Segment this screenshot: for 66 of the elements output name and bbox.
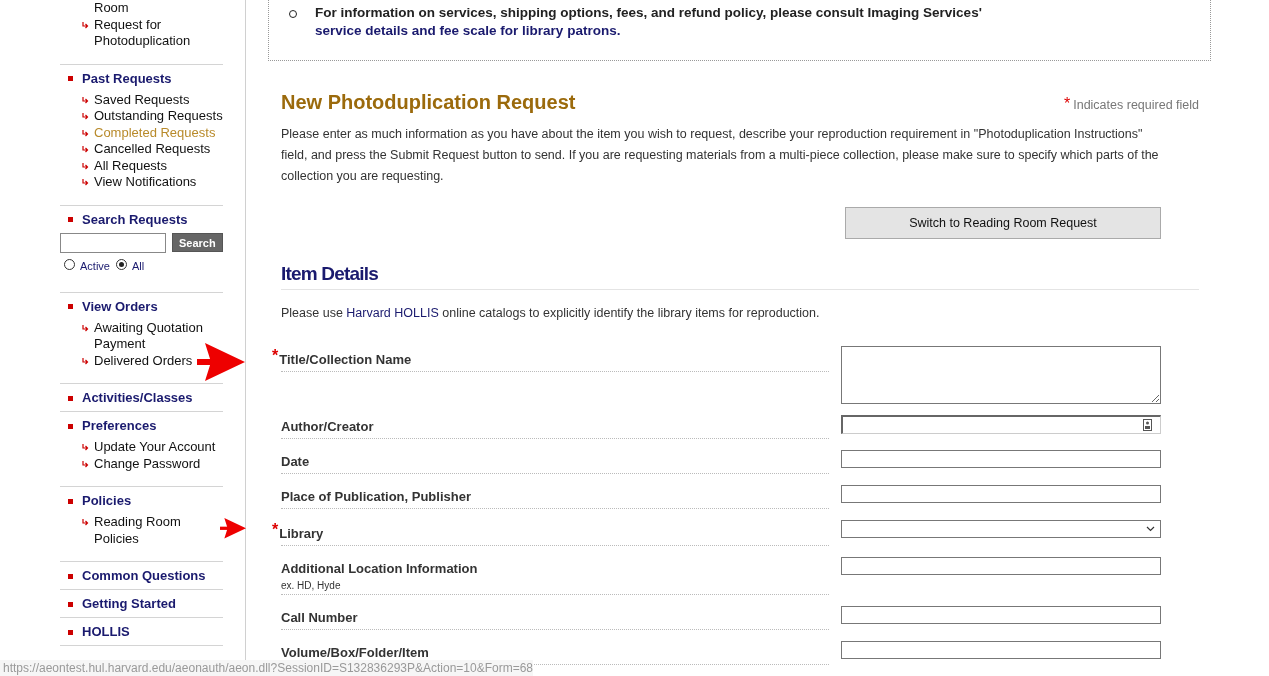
nav-heading[interactable]: Policies [60,494,223,508]
arrow-icon [82,21,89,29]
nav-heading[interactable]: Getting Started [60,597,223,611]
arrow-icon [197,343,245,381]
radio-label: Active [80,258,110,272]
arrow-icon [82,460,89,468]
input-field[interactable] [841,641,1161,659]
hollis-link[interactable]: Harvard HOLLIS [346,306,439,320]
status-bar-url: https://aeontest.hul.harvard.edu/aeonauth/aeon.dll?SessionID=S132836293P&Action=10&Form=68 [0,660,533,676]
arrow-icon [220,518,246,539]
arrow-icon [82,324,89,332]
nav-link[interactable]: Outstanding Requests [82,108,223,125]
nav-heading[interactable]: View Orders [60,299,223,314]
nav-link[interactable]: Saved Requests [82,91,190,108]
nav-link[interactable]: Request for Photoduplication [82,16,223,50]
section-heading: Item Details [281,263,1199,290]
arrow-icon [82,96,89,104]
nav-link[interactable]: View Notifications [82,174,197,191]
nav-link[interactable]: Delivered Orders [82,352,193,369]
arrow-icon [82,162,89,170]
input-field[interactable] [841,450,1161,468]
section-intro: Please use Harvard HOLLIS online catalogs to explicitly identify the library items for reproduction. [281,306,821,320]
nav-link[interactable]: Update Your Account [82,439,216,456]
nav-heading[interactable]: Activities/Classes [60,391,223,405]
field-hint: ex. HD, Hyde [281,580,342,591]
input-field[interactable] [841,557,1161,575]
chevron-down-icon [1146,526,1155,532]
arrow-icon [82,444,89,451]
input-field[interactable] [841,606,1161,624]
notice-text: For information on services, shipping options, fees, and refund policy, please consult Imaging Services' service details and fee scale for library patrons. [315,4,983,40]
field-label: Place of Publication, Publisher [281,489,471,504]
field-label: Additional Location Information [281,561,478,576]
switch-request-button[interactable]: Switch to Reading Room Request [845,207,1161,239]
dropdown[interactable] [841,520,1161,538]
arrow-icon [82,146,89,153]
arrow-icon [82,357,89,365]
form-title: New Photoduplication Request [281,91,576,114]
nav-link[interactable]: All Requests [82,157,167,174]
arrow-icon [82,519,89,526]
text-area[interactable] [841,346,1161,404]
nav-heading[interactable]: Preferences [60,419,223,433]
nav-heading[interactable]: HOLLIS [60,625,223,639]
nav-link[interactable]: Room [82,0,129,17]
arrow-icon [82,129,89,137]
arrow-icon [82,179,89,186]
nav-link[interactable]: Reading Room Policies [82,514,223,547]
nav-heading[interactable]: Past Requests [60,71,223,86]
radio-label: All [131,258,145,272]
arrow-icon [82,113,89,120]
input-field[interactable] [841,415,1161,434]
search-button[interactable]: Search [172,233,223,252]
intro-text: Please enter as much information as you have about the item you wish to request, describe your reproduction requirement in "Photoduplication Instructions" field, and press the Submit Request button to send. If you are requesting materials from a multi-piece collection, please make sure to specify which parts of the collection you are requesting. [281,126,1160,185]
nav-heading[interactable]: Common Questions [60,569,223,583]
fee-link[interactable]: service details and fee scale for library patrons. [315,23,621,38]
input-field[interactable] [841,485,1161,503]
nav-heading[interactable]: Search Requests [60,212,223,227]
nav-link[interactable]: Change Password [82,455,201,472]
nav-link[interactable]: Awaiting Quotation Payment [82,319,223,353]
field-label: Volume/Box/Folder/Item [281,645,429,660]
field-label: Call Number [281,610,358,625]
required-note: * Indicates required field [1064,95,1199,113]
contact-card-icon[interactable] [1143,419,1152,431]
field-label: Date [281,454,310,469]
search-field[interactable] [60,232,166,253]
field-label: Author/Creator [281,419,374,434]
nav-link[interactable]: Cancelled Requests [82,141,211,158]
